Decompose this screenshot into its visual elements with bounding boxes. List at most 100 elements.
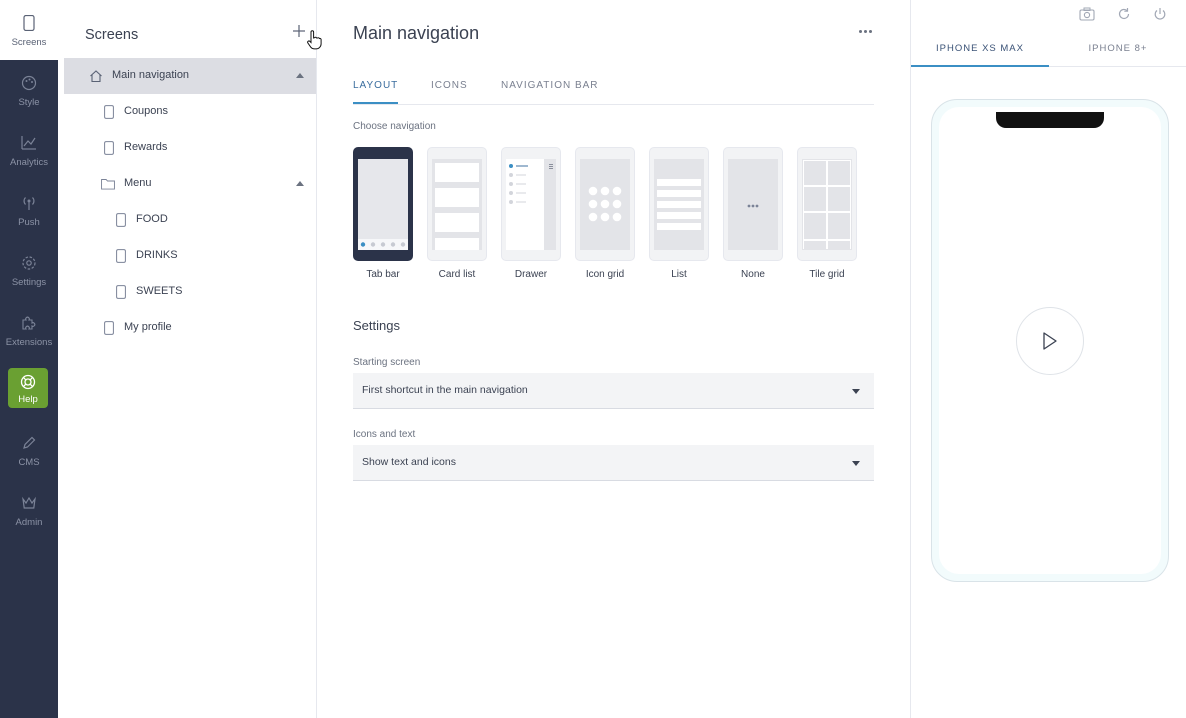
main-content: Main navigation LAYOUT ICONS NAVIGATION … [317,0,910,718]
thumbnail-screen [358,159,408,250]
folder-icon [101,177,115,191]
play-button[interactable] [1016,307,1084,375]
tab-bar: LAYOUT ICONS NAVIGATION BAR [353,76,874,105]
refresh-icon[interactable] [1116,6,1132,22]
screens-panel: Screens Main navigation Coupons Rewards … [58,0,322,718]
phone-icon [19,13,39,33]
screens-panel-title: Screens [85,27,139,43]
nav-option-label: Drawer [514,269,548,280]
rail-item-settings[interactable]: Settings [0,240,58,300]
app-nav-rail: Screens Style Analytics Push Settings Ex… [0,0,58,718]
phone-notch [996,112,1104,128]
dropdown-arrow-icon [852,389,860,394]
rail-item-cms[interactable]: CMS [0,420,58,480]
nav-option-label: Card list [438,269,476,280]
nav-option-drawer[interactable]: Drawer [501,147,561,280]
nav-option-label: Tile grid [809,269,845,280]
tree-item-menu[interactable]: Menu [64,166,316,202]
tree-item-sweets[interactable]: SWEETS [64,274,316,310]
tab-iphone-xs-max[interactable]: IPHONE XS MAX [911,40,1049,67]
chart-icon [19,133,39,153]
starting-screen-select[interactable]: First shortcut in the main navigation [353,373,874,409]
rail-item-label: CMS [18,456,40,468]
nav-option-card-list[interactable]: Card list [427,147,487,280]
tab-layout[interactable]: LAYOUT [353,80,399,104]
palette-icon [19,73,39,93]
nav-option-list[interactable]: List [649,147,709,280]
icons-and-text-label: Icons and text [353,429,416,440]
nav-thumbnail [723,147,783,261]
page-icon [102,321,116,335]
tree-item-label: Menu [124,177,152,189]
page-icon [114,285,128,299]
broadcast-icon [19,193,39,213]
nav-option-none[interactable]: None [723,147,783,280]
page-icon [102,105,116,119]
rail-item-help[interactable]: Help [8,368,48,408]
tree-item-rewards[interactable]: Rewards [64,130,316,166]
select-value: Show text and icons [362,456,456,468]
more-options-button[interactable] [855,24,875,38]
tree-item-label: Rewards [124,141,168,153]
dot [868,29,872,33]
collapse-caret-icon[interactable] [296,73,304,78]
tree-item-label: My profile [124,321,172,333]
select-value: First shortcut in the main navigation [362,384,528,396]
icons-and-text-select[interactable]: Show text and icons [353,445,874,481]
rail-item-screens[interactable]: Screens [0,0,58,60]
tree-item-coupons[interactable]: Coupons [64,94,316,130]
rail-item-label: Push [18,216,40,228]
tab-iphone-8-plus[interactable]: IPHONE 8+ [1049,40,1186,67]
tree-item-label: FOOD [136,213,168,225]
thumbnail-screen [506,159,556,250]
tree-item-drinks[interactable]: DRINKS [64,238,316,274]
rail-item-style[interactable]: Style [0,60,58,120]
nav-thumbnail [427,147,487,261]
tree-item-my-profile[interactable]: My profile [64,310,316,346]
thumbnail-screen [432,159,482,250]
rail-item-analytics[interactable]: Analytics [0,120,58,180]
nav-thumbnail [575,147,635,261]
tab-navigation-bar[interactable]: NAVIGATION BAR [501,80,599,104]
rail-item-label: Extensions [5,336,53,348]
home-icon [89,69,103,83]
rail-item-label: Analytics [9,156,48,168]
nav-option-icon-grid[interactable]: Icon grid [575,147,635,280]
nav-thumbnail [797,147,857,261]
nav-option-label: None [741,269,765,280]
tree-item-label: Main navigation [112,69,190,81]
tab-icons[interactable]: ICONS [431,80,468,104]
rail-item-label: Settings [11,276,47,288]
settings-heading: Settings [353,318,400,333]
rail-item-label: Screens [11,36,47,48]
collapse-caret-icon[interactable] [296,181,304,186]
power-icon[interactable] [1152,6,1168,22]
gear-icon [19,253,39,273]
choose-navigation-label: Choose navigation [353,121,436,132]
nav-option-tab-bar[interactable]: Tab bar [353,147,413,280]
plus-icon [293,25,305,37]
thumbnail-screen [728,159,778,250]
tree-item-main-navigation[interactable]: Main navigation [64,58,316,94]
rail-item-push[interactable]: Push [0,180,58,240]
dropdown-arrow-icon [852,461,860,466]
pencil-icon [19,433,39,453]
phone-frame [931,99,1169,582]
thumbnail-screen [802,159,852,250]
rail-item-admin[interactable]: Admin [0,480,58,540]
starting-screen-label: Starting screen [353,357,421,368]
nav-option-label: List [671,269,687,280]
camera-icon[interactable] [1079,6,1095,22]
rail-item-extensions[interactable]: Extensions [0,300,58,360]
page-title: Main navigation [353,23,480,43]
play-icon [1043,332,1057,350]
page-icon [114,213,128,227]
nav-thumbnail [353,147,413,261]
nav-option-label: Icon grid [585,269,625,280]
dot [858,29,862,33]
tree-item-food[interactable]: FOOD [64,202,316,238]
nav-option-tile-grid[interactable]: Tile grid [797,147,857,280]
dot [863,29,867,33]
page-icon [102,141,116,155]
nav-thumbnail [649,147,709,261]
